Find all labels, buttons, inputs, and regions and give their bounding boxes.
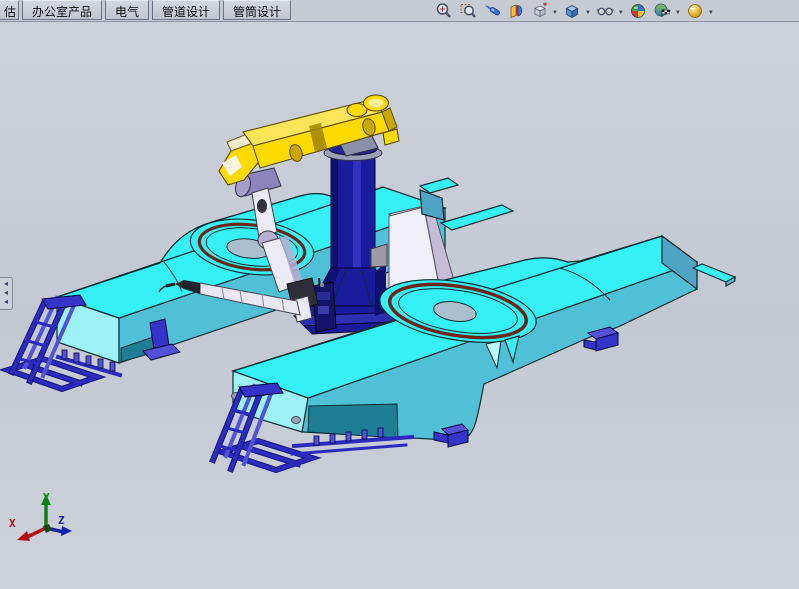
tab-partial-label: 估: [4, 5, 16, 19]
zoom-to-area-icon[interactable]: [458, 2, 477, 21]
section-view-icon[interactable]: [506, 2, 525, 21]
zoom-to-fit-icon[interactable]: [434, 2, 453, 21]
headsup-view-toolbar: ▼ ▼ ▼ ▼ ▼: [434, 1, 714, 21]
display-style-dropdown[interactable]: ▼: [585, 7, 591, 16]
panel-collapse-toggle[interactable]: ◂ ◂ ◂: [0, 277, 13, 310]
tab-office-products-label: 办公室产品: [32, 5, 92, 19]
tab-piping-design[interactable]: 管道设计: [152, 0, 220, 20]
application-window: Y X Z 估 办公室产品 电气 管道设计 管筒设计 ▼ ▼: [0, 0, 799, 589]
triad-z-label: Z: [58, 514, 65, 527]
apply-scene-dropdown[interactable]: ▼: [675, 7, 681, 16]
view-settings-icon[interactable]: [686, 2, 705, 21]
tab-tubing-design[interactable]: 管筒设计: [223, 0, 291, 20]
top-toolbar-strip: 估 办公室产品 电气 管道设计 管筒设计 ▼ ▼ ▼: [0, 0, 799, 22]
apply-scene-icon[interactable]: [653, 2, 672, 21]
triad-y-label: Y: [43, 491, 50, 504]
collapse-arrow-icon: ◂: [4, 298, 8, 307]
previous-view-icon[interactable]: [482, 2, 501, 21]
view-orientation-dropdown[interactable]: ▼: [552, 7, 558, 16]
view-orientation-icon[interactable]: [530, 2, 549, 21]
tab-partial[interactable]: 估: [0, 0, 19, 20]
hide-show-items-icon[interactable]: [596, 2, 615, 21]
edit-appearance-icon[interactable]: [629, 2, 648, 21]
tab-tubing-design-label: 管筒设计: [233, 5, 281, 19]
control-box[interactable]: [313, 278, 336, 332]
orientation-triad[interactable]: Y X Z: [9, 491, 72, 541]
tab-electrical[interactable]: 电气: [105, 0, 149, 20]
viewport-3d[interactable]: Y X Z: [0, 0, 799, 589]
triad-x-label: X: [9, 517, 16, 530]
tab-electrical-label: 电气: [115, 5, 139, 19]
tab-office-products[interactable]: 办公室产品: [22, 0, 102, 20]
tab-piping-design-label: 管道设计: [162, 5, 210, 19]
hide-show-items-dropdown[interactable]: ▼: [618, 7, 624, 16]
display-style-icon[interactable]: [563, 2, 582, 21]
command-manager-tabs: 估 办公室产品 电气 管道设计 管筒设计: [0, 0, 291, 20]
view-settings-dropdown[interactable]: ▼: [708, 7, 714, 16]
